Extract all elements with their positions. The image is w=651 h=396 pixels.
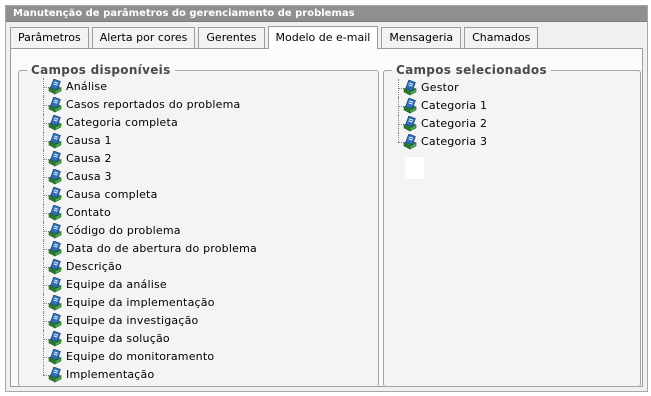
field-item-icon <box>47 114 63 131</box>
available-field-item[interactable]: Data do de abertura do problema <box>43 240 378 258</box>
available-fields-list: Análise Casos reportados do problema Categ… <box>43 78 378 384</box>
tab-strip: Parâmetros Alerta por cores Gerentes Mod… <box>10 26 541 49</box>
field-item-icon <box>47 348 63 365</box>
tree-connector <box>398 133 399 142</box>
field-item-icon <box>47 186 63 203</box>
available-field-label: Implementação <box>66 368 155 381</box>
field-item-icon <box>47 240 63 257</box>
tab-gerentes[interactable]: Gerentes <box>198 27 265 48</box>
drop-placeholder <box>405 157 424 179</box>
field-item-icon <box>47 150 63 167</box>
selected-field-item[interactable]: Gestor <box>398 79 640 97</box>
available-field-label: Causa 3 <box>66 170 112 183</box>
field-item-icon <box>47 78 63 95</box>
field-item-icon <box>402 133 418 150</box>
selected-field-item[interactable]: Categoria 3 <box>398 133 640 151</box>
selected-field-item[interactable]: Categoria 2 <box>398 115 640 133</box>
available-field-item[interactable]: Causa 3 <box>43 168 378 186</box>
selected-fields-list: Gestor Categoria 1 Categoria 2 Categoria 3 <box>398 79 640 151</box>
selected-field-label: Categoria 1 <box>421 99 488 112</box>
available-fields-group: Campos disponíveis Análise Casos reportad… <box>18 63 379 387</box>
selected-fields-legend: Campos selecionados <box>396 63 547 77</box>
tab-parametros[interactable]: Parâmetros <box>10 27 89 48</box>
available-field-item[interactable]: Descrição <box>43 258 378 276</box>
window-title: Manutenção de parâmetros do gerenciament… <box>6 6 647 22</box>
tab-chamados[interactable]: Chamados <box>464 27 539 48</box>
field-item-icon <box>47 204 63 221</box>
available-field-item[interactable]: Equipe da análise <box>43 276 378 294</box>
available-field-item[interactable]: Causa 2 <box>43 150 378 168</box>
field-item-icon <box>47 258 63 275</box>
available-field-label: Causa completa <box>66 188 158 201</box>
available-field-label: Equipe da solução <box>66 332 170 345</box>
available-field-item[interactable]: Causa 1 <box>43 132 378 150</box>
available-field-item[interactable]: Código do problema <box>43 222 378 240</box>
available-field-label: Contato <box>66 206 111 219</box>
available-field-label: Causa 2 <box>66 152 112 165</box>
field-item-icon <box>47 222 63 239</box>
available-field-label: Categoria completa <box>66 116 178 129</box>
field-item-icon <box>47 312 63 329</box>
available-field-label: Causa 1 <box>66 134 112 147</box>
available-field-label: Equipe da análise <box>66 278 167 291</box>
available-field-item[interactable]: Implementação <box>43 366 378 384</box>
field-item-icon <box>402 79 418 96</box>
available-field-label: Equipe da investigação <box>66 314 199 327</box>
available-field-label: Data do de abertura do problema <box>66 242 257 255</box>
tab-content: Campos disponíveis Análise Casos reportad… <box>10 48 643 387</box>
selected-field-label: Categoria 2 <box>421 117 488 130</box>
selected-field-label: Gestor <box>421 81 459 94</box>
available-field-label: Equipe da implementação <box>66 296 215 309</box>
selected-fields-group: Campos selecionados Gestor Categoria 1 Cat… <box>383 63 641 387</box>
available-field-item[interactable]: Equipe da solução <box>43 330 378 348</box>
params-window: Manutenção de parâmetros do gerenciament… <box>5 5 648 392</box>
available-fields-legend: Campos disponíveis <box>31 63 171 77</box>
available-field-item[interactable]: Causa completa <box>43 186 378 204</box>
available-field-label: Análise <box>66 80 108 93</box>
tab-modelo-de-email[interactable]: Modelo de e-mail <box>267 26 379 49</box>
field-item-icon <box>47 330 63 347</box>
available-field-label: Código do problema <box>66 224 181 237</box>
field-item-icon <box>47 96 63 113</box>
available-field-item[interactable]: Análise <box>43 78 378 96</box>
selected-field-label: Categoria 3 <box>421 135 488 148</box>
available-field-label: Casos reportados do problema <box>66 98 241 111</box>
available-field-label: Descrição <box>66 260 122 273</box>
field-item-icon <box>47 294 63 311</box>
available-field-item[interactable]: Categoria completa <box>43 114 378 132</box>
field-item-icon <box>47 366 63 383</box>
field-item-icon <box>402 97 418 114</box>
available-field-item[interactable]: Equipe da investigação <box>43 312 378 330</box>
field-item-icon <box>47 168 63 185</box>
selected-field-item[interactable]: Categoria 1 <box>398 97 640 115</box>
field-item-icon <box>47 276 63 293</box>
available-field-item[interactable]: Contato <box>43 204 378 222</box>
field-item-icon <box>402 115 418 132</box>
available-field-item[interactable]: Equipe da implementação <box>43 294 378 312</box>
tab-mensageria[interactable]: Mensageria <box>381 27 462 48</box>
available-field-item[interactable]: Casos reportados do problema <box>43 96 378 114</box>
available-field-label: Equipe do monitoramento <box>66 350 215 363</box>
available-field-item[interactable]: Equipe do monitoramento <box>43 348 378 366</box>
tree-connector <box>43 366 44 375</box>
tab-alerta-por-cores[interactable]: Alerta por cores <box>91 27 196 48</box>
field-item-icon <box>47 132 63 149</box>
